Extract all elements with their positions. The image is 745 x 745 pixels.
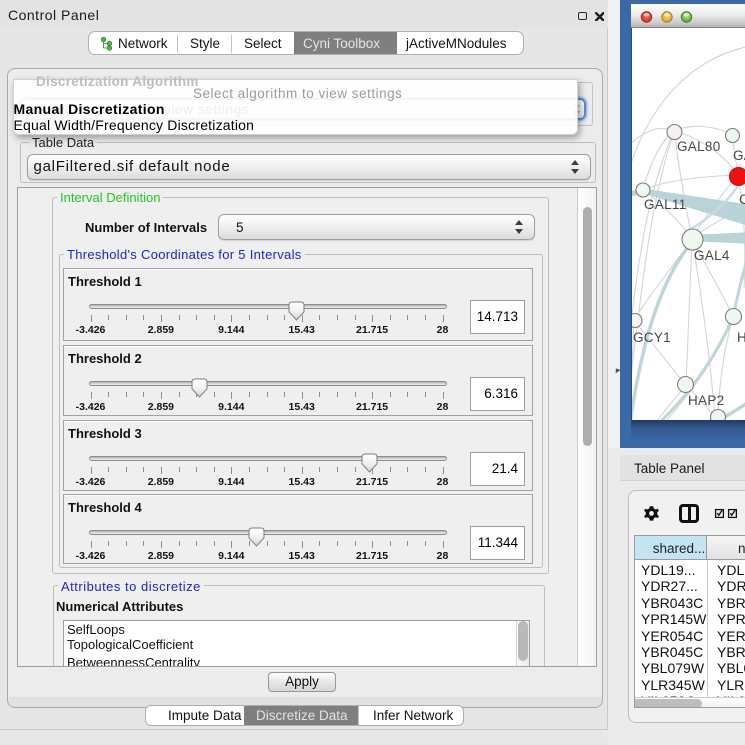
svg-text:GAL11: GAL11 xyxy=(644,197,687,212)
svg-text:GCY1: GCY1 xyxy=(633,330,671,345)
svg-text:C: C xyxy=(739,192,745,207)
svg-text:HAP2: HAP2 xyxy=(688,393,724,408)
svg-text:GA: GA xyxy=(733,148,745,163)
svg-text:GAL80: GAL80 xyxy=(677,139,721,154)
svg-text:GAL4: GAL4 xyxy=(694,248,730,263)
svg-text:H: H xyxy=(737,330,745,345)
